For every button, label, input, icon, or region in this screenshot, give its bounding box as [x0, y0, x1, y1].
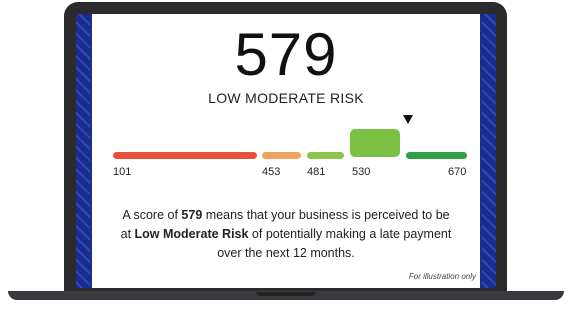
laptop-screen: 579 LOW MODERATE RISK 101 453 481 530 67… [76, 14, 496, 288]
desc-prefix: A score of [122, 208, 182, 222]
score-description: A score of 579 means that your business … [118, 206, 454, 263]
score-value: 579 [234, 21, 338, 88]
score-marker-icon [403, 115, 413, 124]
scale-segment-moderate-risk [262, 152, 301, 159]
desc-score: 579 [181, 208, 203, 222]
scale-tick: 670 [448, 166, 467, 178]
scale-segment-low-risk [406, 152, 467, 159]
scale-tick: 453 [262, 166, 281, 178]
scale-segment-active [350, 129, 400, 157]
left-pattern-border [76, 14, 90, 288]
scale-tick: 481 [307, 166, 326, 178]
score-panel: 579 LOW MODERATE RISK 101 453 481 530 67… [92, 14, 480, 288]
scale-tick: 101 [113, 166, 132, 178]
scale-segment-high-risk [113, 152, 257, 159]
scale-tick: 530 [352, 166, 371, 178]
desc-risk: Low Moderate Risk [134, 227, 249, 241]
risk-label: LOW MODERATE RISK [208, 90, 364, 106]
illustration-footnote: For illustration only [408, 272, 476, 281]
right-pattern-border [482, 14, 496, 288]
desc-suffix: of potentially making a late payment ove… [217, 227, 452, 260]
laptop-base-notch [256, 292, 316, 296]
scale-segment-low-moderate-lower [307, 152, 344, 159]
